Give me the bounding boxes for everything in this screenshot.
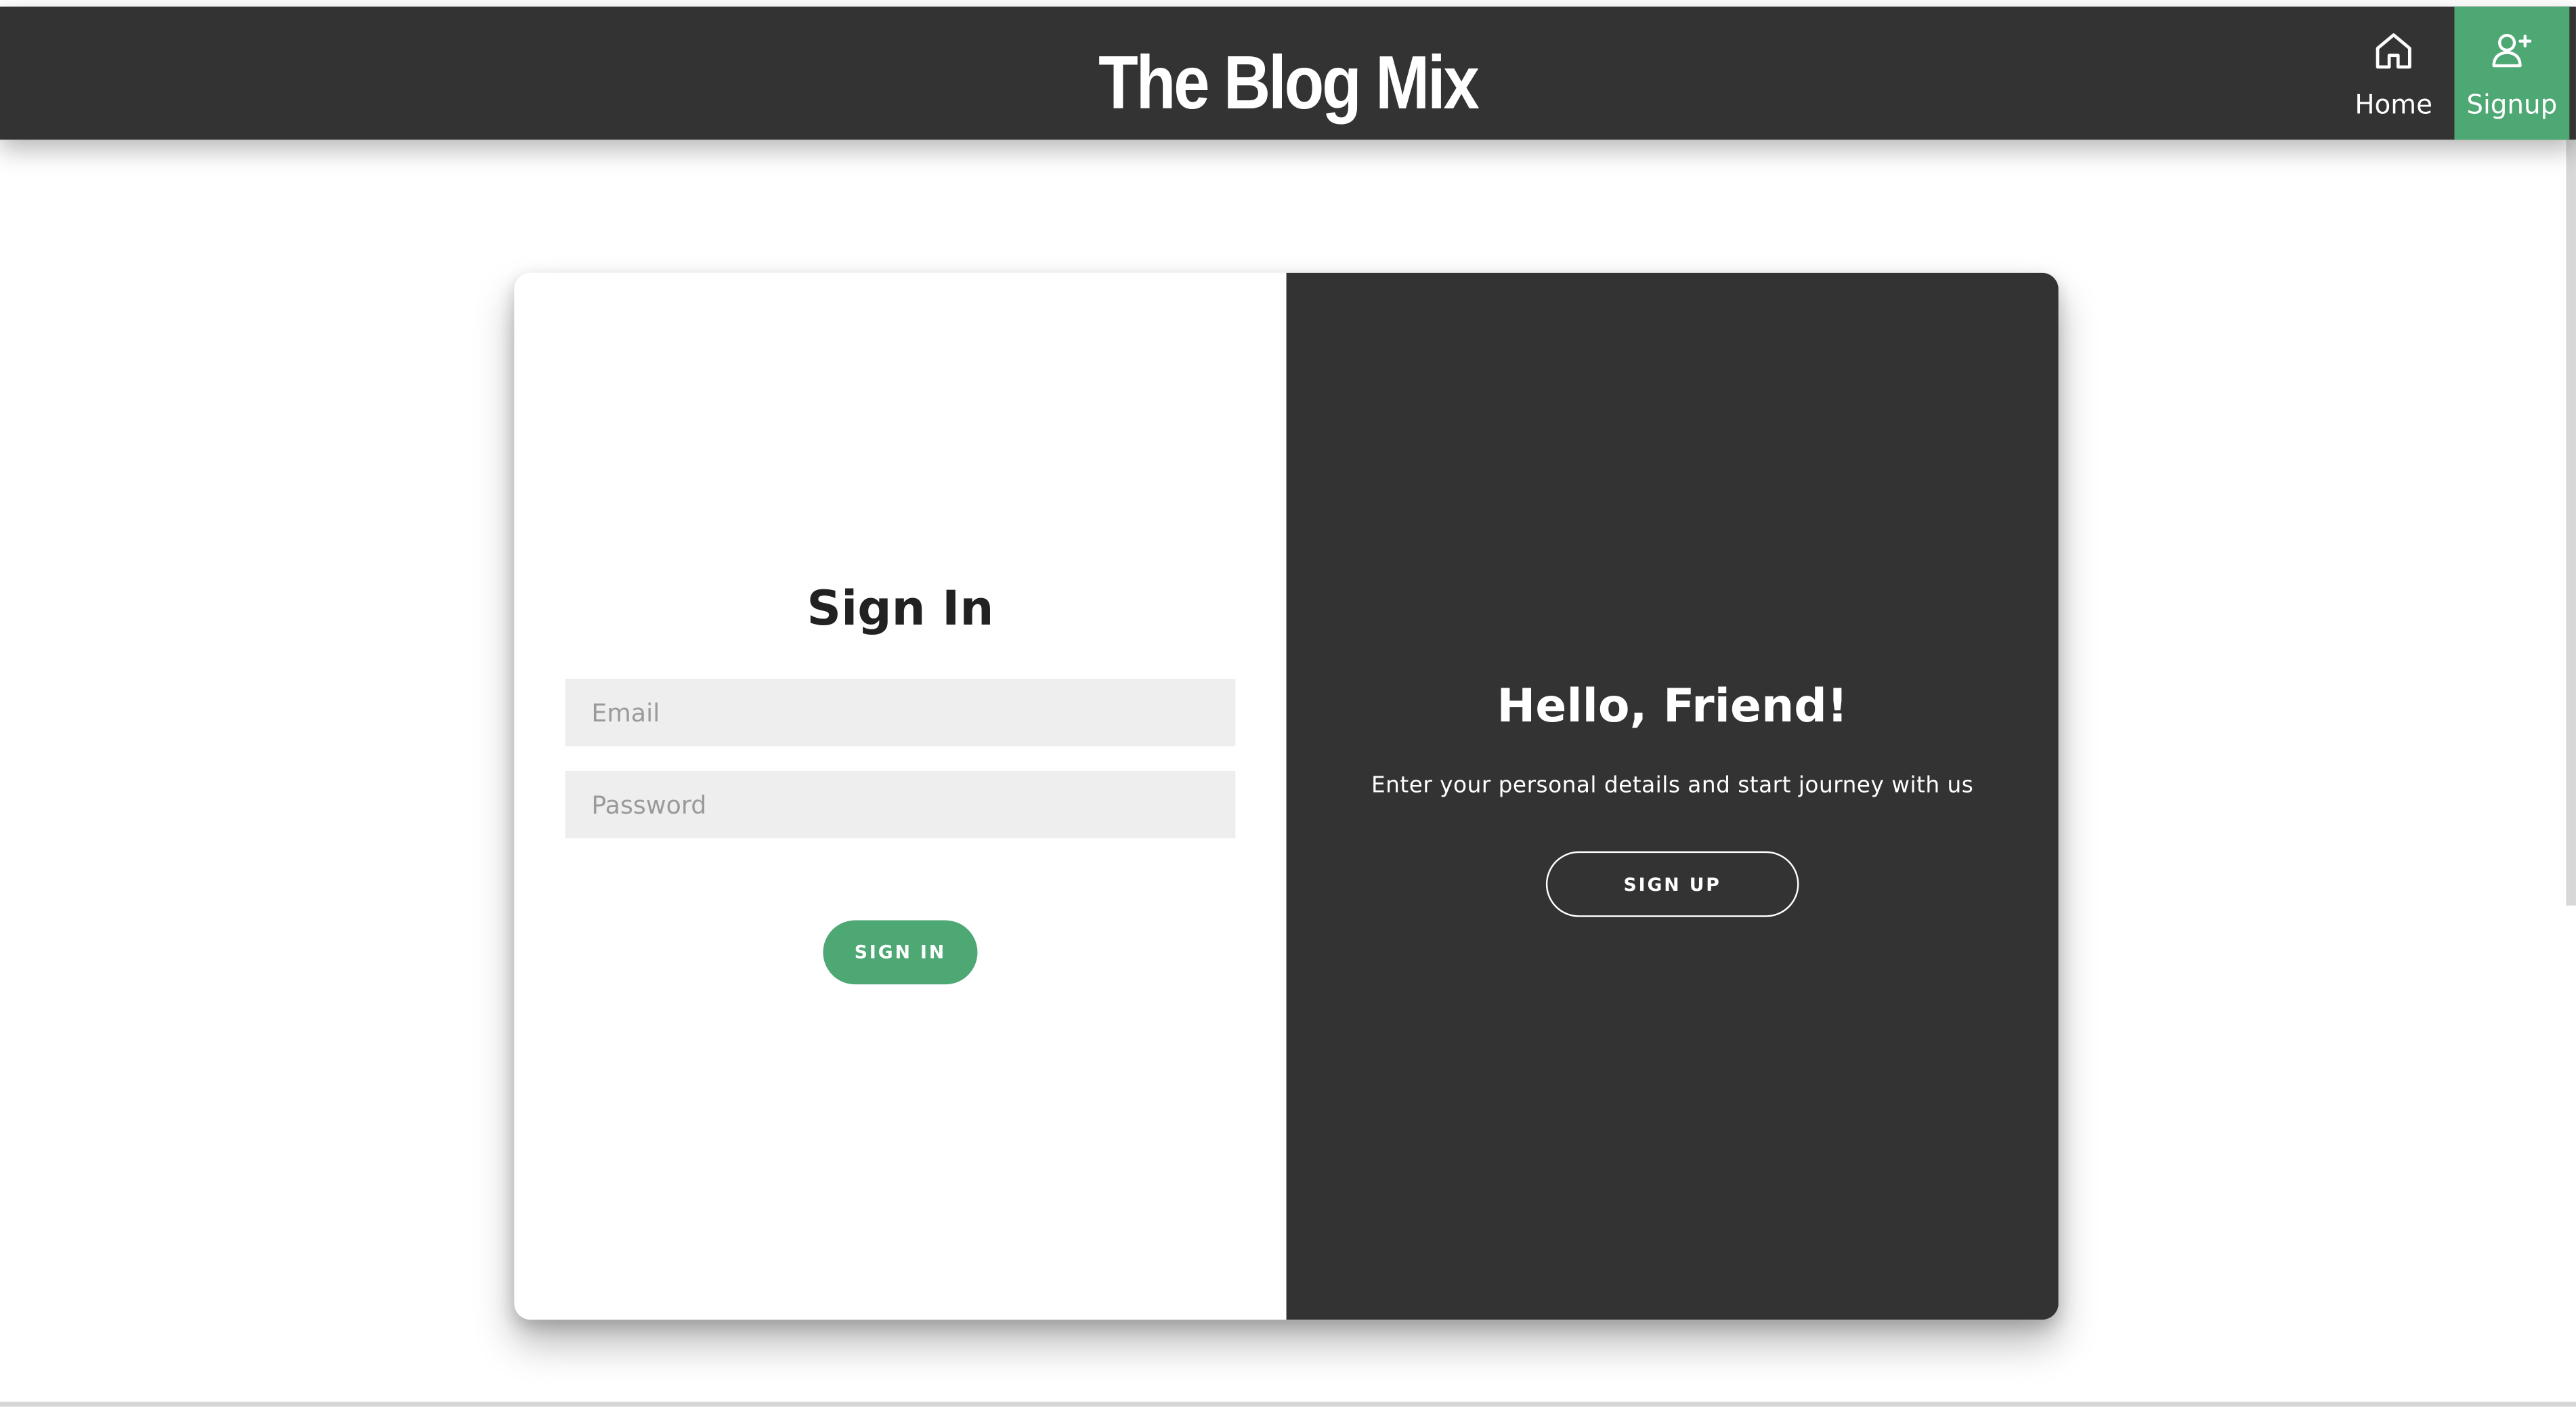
email-input[interactable] <box>565 678 1236 747</box>
user-plus-icon <box>2492 33 2532 68</box>
brand-logo[interactable]: The Blog Mix <box>180 39 2395 125</box>
sign-up-button[interactable]: SIGN UP <box>1545 851 1799 917</box>
page: The Blog Mix Home Signup Sign In SIGN IN… <box>0 0 2576 1407</box>
scrollbar[interactable] <box>2566 140 2576 906</box>
bottom-border <box>0 1402 2576 1407</box>
password-input[interactable] <box>565 770 1236 839</box>
auth-card: Sign In SIGN IN Hello, Friend! Enter you… <box>514 272 2059 1320</box>
welcome-text: Enter your personal details and start jo… <box>1371 772 1974 799</box>
nav-home[interactable]: Home <box>2336 7 2451 140</box>
home-icon <box>2376 33 2411 69</box>
sign-in-button[interactable]: SIGN IN <box>823 920 978 985</box>
nav-signup[interactable]: Signup <box>2454 6 2570 140</box>
sign-in-panel: Sign In SIGN IN <box>514 272 1287 1320</box>
welcome-title: Hello, Friend! <box>1497 678 1848 733</box>
top-strip <box>0 0 2576 7</box>
nav-signup-label: Signup <box>2466 89 2558 121</box>
sign-in-title: Sign In <box>807 580 994 636</box>
welcome-panel: Hello, Friend! Enter your personal detai… <box>1286 272 2059 1320</box>
nav-home-label: Home <box>2355 89 2432 121</box>
navbar: The Blog Mix Home Signup <box>0 6 2576 140</box>
